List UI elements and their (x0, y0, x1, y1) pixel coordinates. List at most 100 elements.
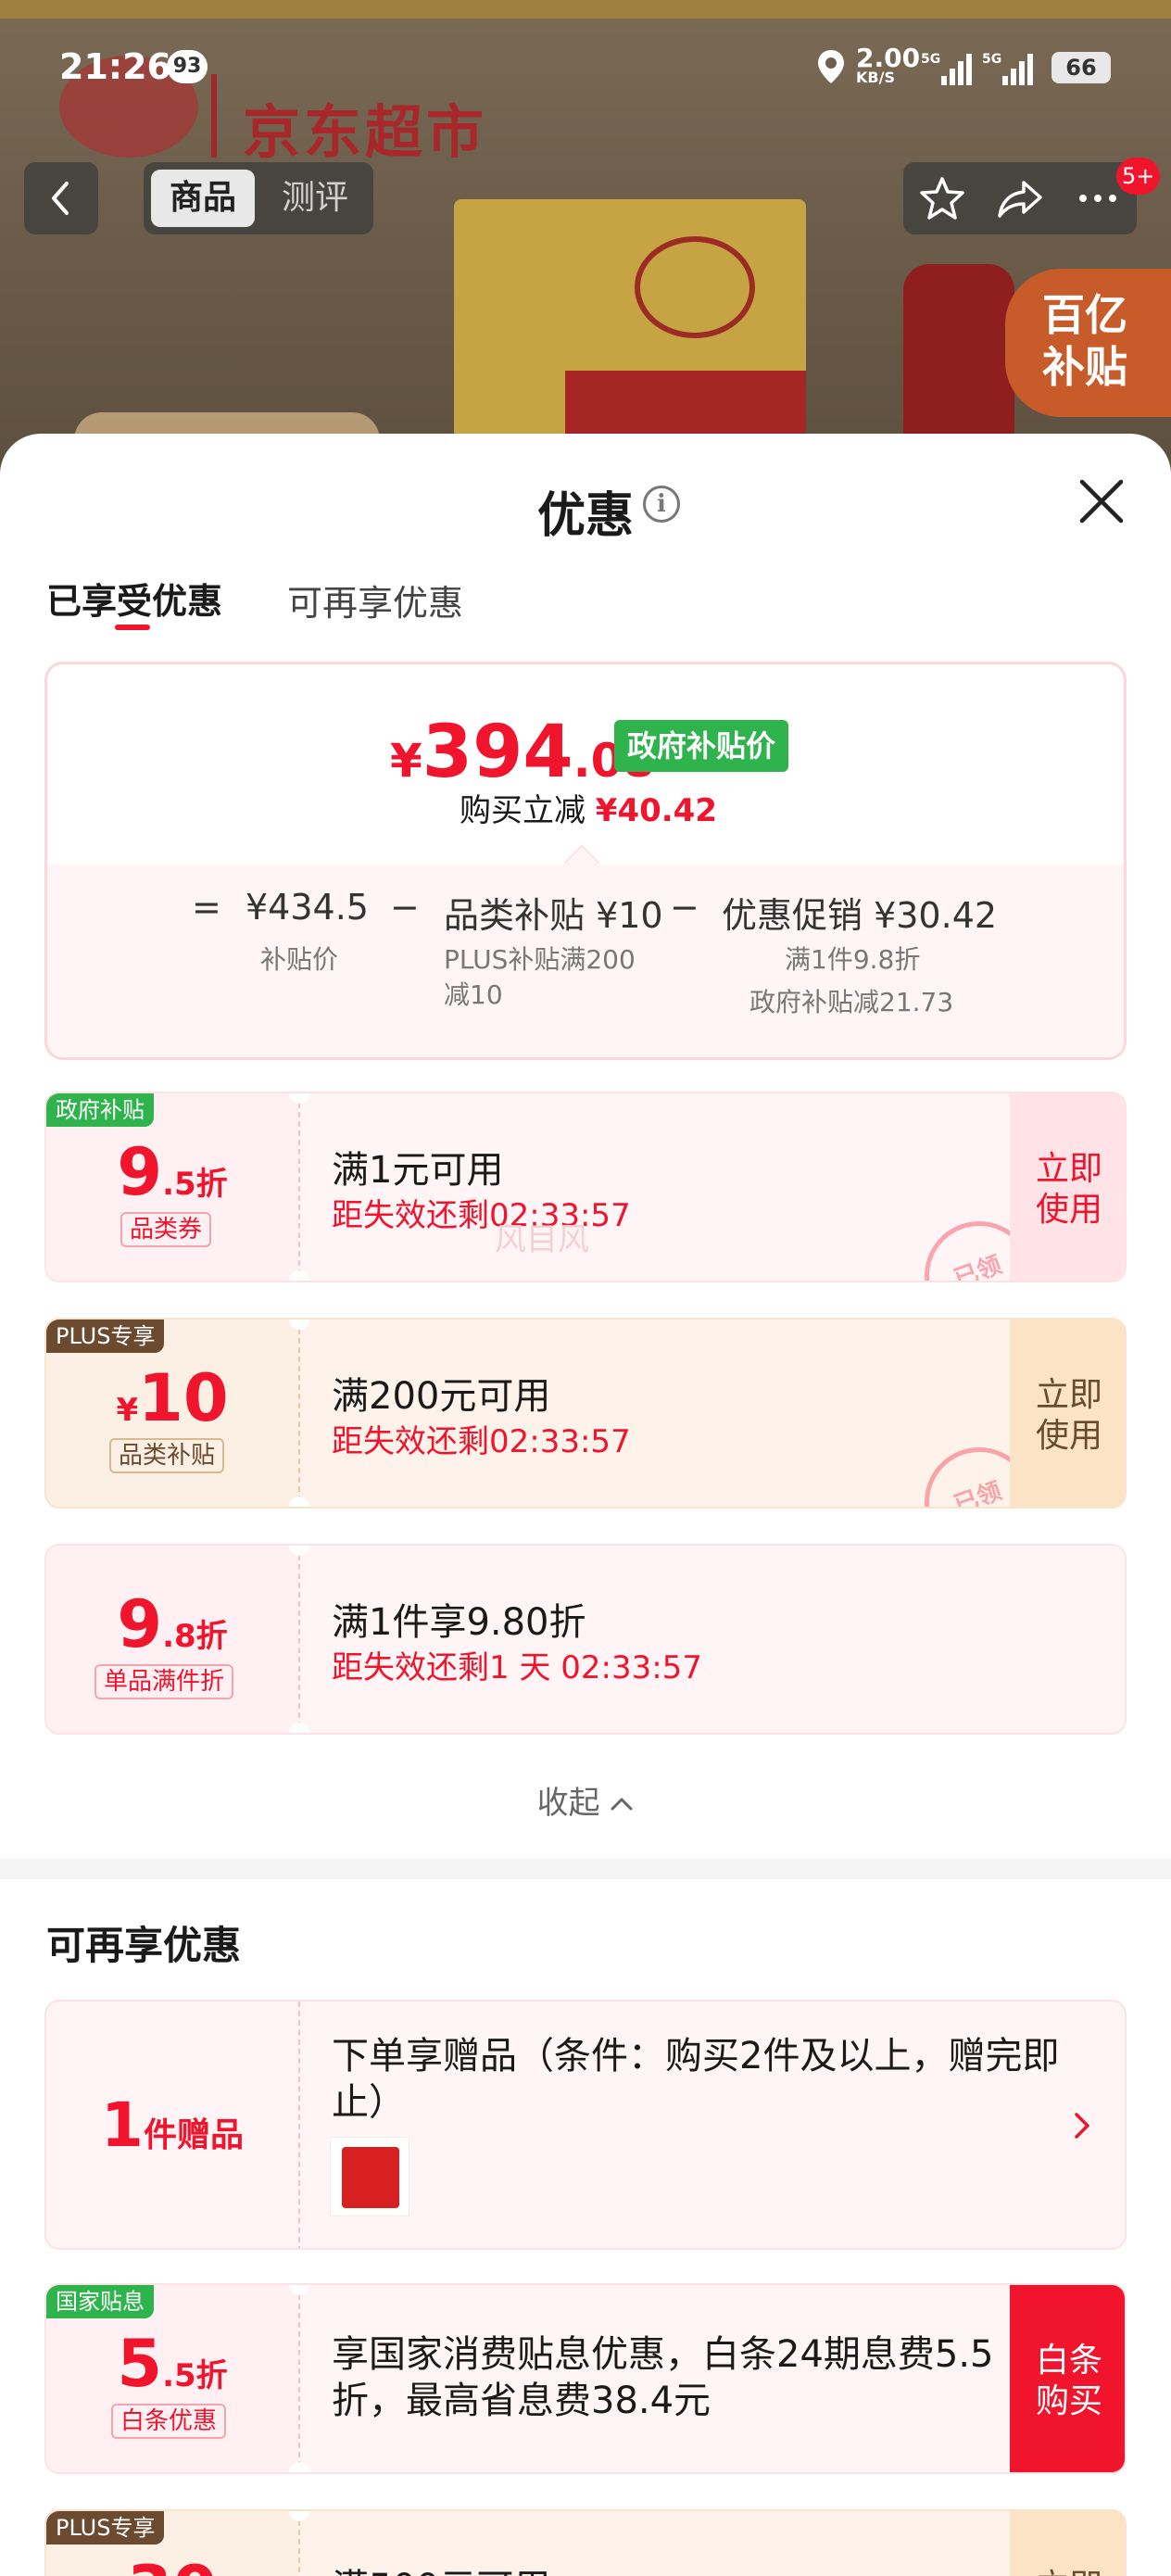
coupon-amount: 30 (46, 2552, 298, 2576)
coupon-divider (298, 2001, 300, 2248)
coupon-card-plus-2: PLUS专享 30 满500元可用 立即 (44, 2509, 1127, 2576)
box-seal (635, 236, 755, 338)
coupon-amount-big: 30 (127, 2552, 217, 2576)
star-favorite-icon[interactable] (916, 175, 968, 221)
coupon-notch (289, 1270, 309, 1281)
coupon-amount: ¥10 (46, 1360, 298, 1436)
discount-sheet: 优惠 i 已享受优惠 可再享优惠 ¥394.08 政府补贴价 购买立减 ¥40.… (0, 434, 1171, 2576)
coupon-expire: 距失效还剩1 天 02:33:57 (332, 1649, 702, 1686)
coupon-notch (289, 1723, 309, 1733)
breakdown-category-subsidy: 品类补贴 ¥10 (444, 895, 663, 936)
subsidy-badge-line2: 补贴 (1042, 342, 1127, 392)
gift-offer-card[interactable]: 1件赠品 下单享赠品（条件：购买2件及以上，赠完即止） (44, 2000, 1127, 2250)
location-icon (818, 50, 844, 83)
coupon-amount: 5.5折 (46, 2326, 298, 2402)
coupon-condition: 满1件享9.80折 (332, 1601, 586, 1644)
close-icon[interactable] (1073, 473, 1130, 530)
coupon-amount-big: 9 (117, 1586, 163, 1662)
breakdown-promo: 优惠促销 ¥30.42 (722, 895, 998, 936)
breakdown-promo-note-1: 满1件9.8折 (785, 944, 921, 975)
tab-product[interactable]: 商品 (151, 170, 255, 227)
watermark-text: 风目风 (495, 1221, 589, 1258)
coupon-card-gov: 政府补贴 9.5折 品类券 满1元可用 距失效还剩02:33:57 风目风 已领… (44, 1092, 1127, 1282)
more-options-icon[interactable] (1072, 175, 1124, 221)
signal-label-2: 5G (982, 52, 1001, 67)
coupon-notch (289, 2462, 309, 2472)
breakdown-base-price: ¥434.5 (246, 887, 369, 928)
coupon-card-plus: PLUS专享 ¥10 品类补贴 满200元可用 距失效还剩02:33:57 已领… (44, 1318, 1127, 1509)
breakdown-minus-1: − (390, 887, 420, 928)
tab-review[interactable]: 测评 (264, 170, 366, 227)
coupon-amount-small: .8折 (162, 1618, 228, 1655)
coupon-divider (298, 2285, 300, 2472)
status-time: 21:26 (59, 46, 171, 87)
baitiao-buy-button[interactable]: 白条 购买 (1010, 2285, 1125, 2472)
signal-5g-icon-2: 5G (982, 52, 1033, 85)
nav-actions (903, 162, 1137, 234)
coupon-divider (298, 1320, 300, 1507)
coupon-amount-small: .5折 (162, 2357, 228, 2394)
collapse-label: 收起 (536, 1785, 600, 1822)
coupon-amount-big: 10 (138, 1360, 229, 1436)
installment-offer-card: 国家贴息 5.5折 白条优惠 享国家消费贴息优惠，白条24期息费5.5折，最高省… (44, 2283, 1127, 2474)
battery-indicator: 66 (1051, 52, 1111, 83)
coupon-amount-big: 5 (117, 2326, 163, 2402)
coupon-tag: 国家贴息 (46, 2285, 154, 2318)
gift-amount-big: 1 (101, 2090, 144, 2161)
gift-amount: 1件赠品 (46, 2090, 298, 2161)
coupon-kind: 品类券 (120, 1212, 212, 1247)
coupon-divider (298, 1093, 300, 1281)
coupon-amount-small: .5折 (162, 1166, 228, 1203)
breakdown-equals: = (192, 887, 221, 928)
use-now-button[interactable]: 立即 使用 (1010, 1320, 1125, 1507)
coupon-expire: 距失效还剩02:33:57 (332, 1423, 631, 1460)
instant-discount-label: 购买立减 (459, 792, 586, 829)
coupon-amount: 9.5折 (46, 1134, 298, 1210)
coupon-tag: 政府补贴 (46, 1093, 154, 1127)
gift-description: 下单享赠品（条件：购买2件及以上，赠完即止） (332, 2035, 1060, 2124)
more-discounts-title: 可再享优惠 (46, 1923, 242, 1968)
coupon-notch (289, 1496, 309, 1507)
breakdown-category-note: PLUS补贴满200减10 (444, 944, 636, 1010)
chevron-left-icon (52, 182, 69, 215)
tab-more-discounts[interactable]: 可再享优惠 (287, 575, 463, 625)
coupon-card-item-discount: 9.8折 单品满件折 满1件享9.80折 距失效还剩1 天 02:33:57 (44, 1544, 1127, 1735)
coupon-condition: 满500元可用 (332, 2557, 550, 2576)
notification-count-badge: 93 (167, 50, 208, 83)
gift-product-image (342, 2147, 399, 2208)
coupon-amount-prefix: ¥ (116, 1392, 139, 1429)
final-price-currency: ¥ (390, 734, 422, 788)
price-summary-card: ¥394.08 政府补贴价 购买立减 ¥40.42 = ¥434.5 补贴价 −… (44, 662, 1127, 1060)
gift-thumbnail (330, 2137, 409, 2216)
network-speed: 2.00 KB/S (856, 45, 920, 85)
gov-subsidy-price-badge: 政府补贴价 (614, 720, 789, 772)
coupon-tag: PLUS专享 (46, 2511, 165, 2544)
active-tab-indicator (115, 625, 150, 630)
back-button[interactable] (24, 162, 98, 234)
info-icon[interactable]: i (643, 486, 680, 523)
tab-enjoyed-discounts[interactable]: 已享受优惠 (46, 573, 222, 624)
breakdown-promo-note-2: 政府补贴减21.73 (749, 987, 954, 1017)
sheet-title-text: 优惠 (536, 488, 634, 544)
final-price-int: 394 (422, 711, 573, 794)
signal-5g-icon: 5G (921, 52, 972, 85)
coupon-condition: 满1元可用 (332, 1149, 504, 1192)
installment-description: 享国家消费贴息优惠，白条24期息费5.5折，最高省息费38.4元 (332, 2333, 994, 2422)
instant-discount-value: ¥40.42 (595, 792, 717, 829)
chevron-up-icon (611, 1798, 633, 1811)
use-now-button[interactable]: 立即 (1010, 2511, 1125, 2576)
breakdown-base-label: 补贴价 (260, 944, 339, 975)
chevron-right-icon (1075, 2113, 1089, 2139)
coupon-amount: 9.8折 (46, 1586, 298, 1662)
share-icon[interactable] (994, 175, 1046, 221)
coupon-amount-big: 9 (117, 1134, 163, 1210)
signal-label-1: 5G (921, 52, 940, 67)
instant-discount: 购买立减 ¥40.42 (47, 785, 1124, 830)
top-stripe (0, 0, 1171, 19)
gift-amount-small: 件赠品 (143, 2116, 244, 2154)
use-now-button[interactable]: 立即 使用 (1010, 1093, 1125, 1281)
breakdown-minus-2: − (670, 887, 699, 928)
collapse-button[interactable]: 收起 (0, 1777, 1171, 1823)
coupon-condition: 满200元可用 (332, 1375, 551, 1418)
coupon-tag: PLUS专享 (46, 1320, 165, 1353)
